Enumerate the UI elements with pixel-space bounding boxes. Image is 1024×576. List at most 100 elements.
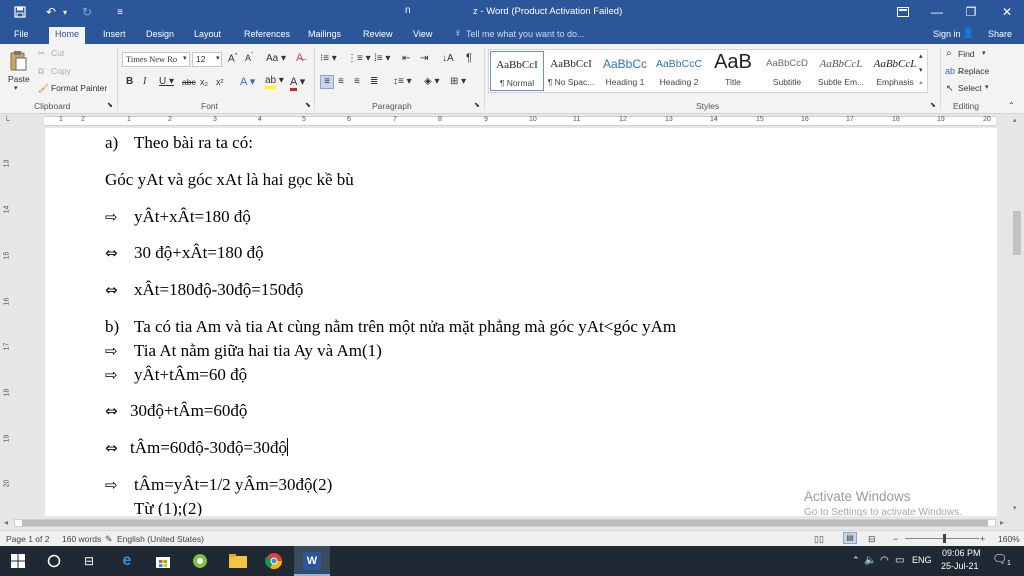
increase-indent-icon[interactable]: ⇥ xyxy=(420,53,428,64)
find-icon[interactable]: ⌕ xyxy=(946,48,952,59)
word-taskbar-button[interactable]: W xyxy=(294,546,330,576)
cut-icon[interactable]: ✂ xyxy=(38,48,45,59)
find-dropdown-icon[interactable]: ▾ xyxy=(982,49,986,57)
clock-date[interactable]: 25-Jul-21 xyxy=(941,561,979,571)
share-button[interactable]: Share xyxy=(988,29,1012,39)
format-painter-button[interactable]: Format Painter xyxy=(51,83,107,93)
horizontal-ruler[interactable]: └ 1 2 1 2 3 4 5 6 7 8 9 10 11 12 13 14 15 16 17 18 19 20 xyxy=(0,114,1024,128)
proofing-icon[interactable]: ✎ xyxy=(105,534,113,545)
grow-font-icon[interactable]: A^ xyxy=(228,53,238,64)
format-painter-icon[interactable]: 🖌 xyxy=(38,83,49,94)
tab-references[interactable]: References xyxy=(238,27,296,44)
shading-icon[interactable]: ◈ ▾ xyxy=(424,76,440,87)
vertical-scroll-thumb[interactable] xyxy=(1013,211,1021,255)
tell-me-input[interactable]: Tell me what you want to do... xyxy=(466,29,585,39)
select-button[interactable]: Select xyxy=(958,83,982,93)
tab-mailings[interactable]: Mailings xyxy=(302,27,347,44)
redo-icon[interactable]: ↻ xyxy=(78,3,96,21)
ribbon-display-options-icon[interactable] xyxy=(886,0,920,24)
print-layout-icon[interactable]: ▤ xyxy=(843,532,857,544)
restore-icon[interactable]: ❐ xyxy=(954,0,988,24)
change-case-icon[interactable]: Aa ▾ xyxy=(266,53,286,64)
file-explorer-icon[interactable] xyxy=(228,551,248,571)
select-dropdown-icon[interactable]: ▾ xyxy=(985,83,989,91)
decrease-indent-icon[interactable]: ⇤ xyxy=(402,53,410,64)
superscript-icon[interactable]: x² xyxy=(216,77,224,87)
doc-line[interactable]: ⇔ 30 độ+xÂt=180 độ xyxy=(105,243,264,263)
multilevel-list-icon[interactable]: ⁞≡ ▾ xyxy=(374,53,390,64)
style-heading-2[interactable]: AaBbCcC Heading 2 xyxy=(652,51,706,91)
style-normal[interactable]: AaBbCcI ¶ Normal xyxy=(490,51,544,91)
tab-view[interactable]: View xyxy=(407,27,438,44)
volume-icon[interactable]: 🔈 xyxy=(864,555,876,566)
web-layout-icon[interactable]: ⊟ xyxy=(868,534,876,545)
undo-dropdown-icon[interactable]: ▾ xyxy=(60,3,70,21)
bullets-icon[interactable]: ⁝≡ ▾ xyxy=(320,53,337,64)
doc-line[interactable]: ⇨ tÂm=yÂt=1/2 yÂm=30độ(2) xyxy=(105,475,332,495)
tab-design[interactable]: Design xyxy=(140,27,180,44)
highlight-icon[interactable]: ab ▾ xyxy=(265,75,284,89)
doc-line[interactable]: Từ (1);(2) xyxy=(105,499,202,516)
scroll-down-icon[interactable]: ▾ xyxy=(1013,504,1017,512)
sort-icon[interactable]: ↓A xyxy=(442,53,454,64)
replace-button[interactable]: Replace xyxy=(958,66,989,76)
justify-icon[interactable]: ≣ xyxy=(370,76,378,87)
styles-scroll-up-icon[interactable]: ▴ xyxy=(919,52,923,60)
language-indicator[interactable]: English (United States) xyxy=(117,534,204,544)
show-formatting-icon[interactable]: ¶ xyxy=(466,52,472,64)
start-windows-icon[interactable] xyxy=(8,551,28,571)
zoom-in-icon[interactable]: + xyxy=(980,534,985,544)
collapse-ribbon-icon[interactable]: ⌃ xyxy=(1008,101,1015,110)
notification-icon[interactable]: 🗨 xyxy=(992,552,1007,566)
scroll-up-icon[interactable]: ▴ xyxy=(1013,116,1017,124)
cut-button[interactable]: Cut xyxy=(51,48,64,58)
styles-scroll-down-icon[interactable]: ▾ xyxy=(919,66,923,74)
styles-launcher-icon[interactable]: ⬊ xyxy=(930,101,936,109)
tab-selector-icon[interactable]: └ xyxy=(4,116,14,126)
paragraph-launcher-icon[interactable]: ⬊ xyxy=(474,101,480,109)
clipboard-launcher-icon[interactable]: ⬊ xyxy=(107,101,113,109)
doc-line[interactable]: ⇔ tÂm=60độ-30độ=30độ xyxy=(105,438,289,458)
store-icon[interactable] xyxy=(153,551,173,571)
align-center-icon[interactable]: ≡ xyxy=(338,76,344,87)
scroll-left-icon[interactable]: ◂ xyxy=(4,518,8,527)
style-emphasis[interactable]: AaBbCcL Emphasis xyxy=(868,51,922,91)
vertical-ruler[interactable]: 13 14 15 16 17 18 19 20 xyxy=(0,128,14,516)
doc-line[interactable]: ⇔ xÂt=180độ-30độ=150độ xyxy=(105,280,303,300)
find-button[interactable]: Find xyxy=(958,49,975,59)
read-mode-icon[interactable]: ▯▯ xyxy=(814,534,824,545)
wifi-icon[interactable]: ◠ xyxy=(880,555,889,566)
zoom-slider-thumb[interactable] xyxy=(943,534,946,543)
edge-icon[interactable]: e xyxy=(117,551,137,571)
font-size-dropdown-icon[interactable]: ▾ xyxy=(216,54,220,62)
copy-icon[interactable]: ⧉ xyxy=(38,66,44,77)
style-subtitle[interactable]: AaBbCcD Subtitle xyxy=(760,51,814,91)
tab-file[interactable]: File xyxy=(8,27,35,44)
zoom-slider[interactable] xyxy=(905,538,979,539)
paste-dropdown-icon[interactable]: ▾ xyxy=(14,84,18,92)
style-heading-1[interactable]: AaBbCc Heading 1 xyxy=(598,51,652,91)
vertical-scrollbar[interactable]: ▴ ▾ xyxy=(1010,114,1024,516)
font-name-dropdown-icon[interactable]: ▾ xyxy=(183,54,187,62)
undo-icon[interactable]: ↶ xyxy=(42,3,60,21)
bold-icon[interactable]: B xyxy=(126,76,133,87)
select-icon[interactable]: ↖ xyxy=(946,83,954,94)
style-subtle-emphasis[interactable]: AaBbCcL Subtle Em... xyxy=(814,51,868,91)
clear-formatting-icon[interactable]: A̶ xyxy=(296,52,303,64)
document-page[interactable]: a) Theo bài ra ta có: Góc yAt và góc xAt … xyxy=(45,128,997,516)
doc-line[interactable]: b) Ta có tia Am và tia At cùng nằm trên m… xyxy=(105,317,676,337)
battery-icon[interactable]: ▭ xyxy=(895,555,904,566)
tab-layout[interactable]: Layout xyxy=(188,27,227,44)
scroll-right-icon[interactable]: ▸ xyxy=(1000,518,1004,527)
doc-line[interactable]: ⇨ yÂt+xÂt=180 độ xyxy=(105,207,251,227)
sign-in-link[interactable]: Sign in xyxy=(933,29,961,39)
doc-line[interactable]: ⇨ yÂt+tÂm=60 độ xyxy=(105,365,247,385)
task-view-icon[interactable]: ⊟ xyxy=(79,551,99,571)
paste-icon[interactable] xyxy=(8,50,28,72)
chrome-icon[interactable] xyxy=(264,551,284,571)
doc-line[interactable]: ⇔ 30độ+tÂm=60độ xyxy=(105,401,247,421)
style-no-spacing[interactable]: AaBbCcI ¶ No Spac... xyxy=(544,51,598,91)
paste-button[interactable]: Paste xyxy=(8,74,30,84)
borders-icon[interactable]: ⊞ ▾ xyxy=(450,76,466,87)
font-name-combo[interactable]: Times New Ro xyxy=(122,52,190,67)
